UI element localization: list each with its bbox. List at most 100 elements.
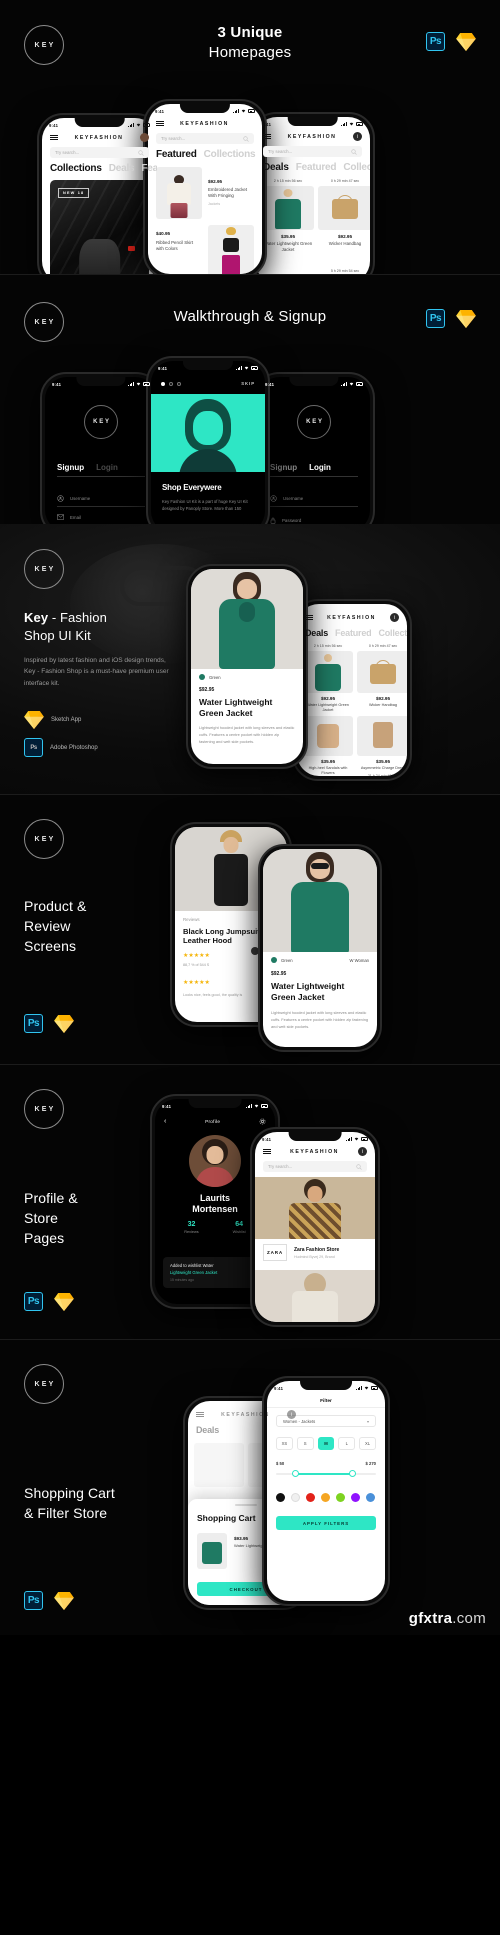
menu-icon[interactable] — [263, 1148, 271, 1155]
deal-card[interactable]: $35.95 Asymmetric Charge Dress 21 h 24 m… — [357, 716, 407, 776]
slider-handle-min[interactable] — [292, 1470, 299, 1477]
tab-bar[interactable]: Collections Deals Featured — [50, 163, 157, 174]
phone-product-detail[interactable]: Green $92.95 Water Lightweight Green Jac… — [186, 564, 308, 769]
info-icon[interactable]: i — [352, 132, 362, 141]
color-swatch-purple[interactable] — [351, 1493, 360, 1502]
auth-tabs[interactable]: Signup Login — [270, 463, 331, 472]
product-image — [208, 225, 254, 274]
size-option-s[interactable]: S — [296, 1437, 314, 1450]
phone-jacket-detail[interactable]: Green W Woman $92.95 Water Lightweight G… — [258, 844, 382, 1052]
deal-card[interactable]: 2 h 15 min 56 sec $92.95 Water Lightweig… — [303, 644, 353, 713]
tab-signup[interactable]: Signup — [270, 463, 297, 472]
phone-deals[interactable]: 9:41 KEYFASHION i Try search... Deals Fe… — [250, 112, 375, 274]
size-option-l[interactable]: L — [338, 1437, 356, 1450]
tab-bar[interactable]: Deals Featured Collect — [263, 162, 370, 173]
tab-collections[interactable]: Collect — [343, 162, 370, 173]
stat-reviews[interactable]: 32 Reviews — [184, 1221, 198, 1234]
color-filter[interactable] — [276, 1493, 376, 1502]
gear-icon[interactable] — [259, 1118, 266, 1125]
tab-login[interactable]: Login — [96, 463, 118, 472]
color-swatch-green[interactable] — [271, 957, 277, 963]
tab-login[interactable]: Login — [309, 463, 331, 472]
username-field[interactable]: Username — [57, 495, 145, 507]
store-row[interactable]: ZARA Zara Fashion Store Hudmind Byvej 29… — [263, 1244, 367, 1261]
size-selector[interactable]: XS S M L XL — [276, 1437, 376, 1450]
gender-label[interactable]: W Woman — [350, 958, 369, 963]
search-input[interactable]: Try search... — [263, 1161, 367, 1172]
phone-walkthrough[interactable]: 9:41 SKIP Shop Everywere Key Fashion UI … — [146, 356, 270, 524]
color-swatch-red[interactable] — [306, 1493, 315, 1502]
size-option-xs[interactable]: XS — [276, 1437, 293, 1450]
search-input[interactable]: Try search... — [50, 147, 149, 158]
color-swatch-green[interactable] — [199, 674, 205, 680]
size-option-m[interactable]: M — [317, 1437, 335, 1450]
menu-icon[interactable] — [50, 134, 58, 141]
page-dot[interactable] — [169, 382, 173, 386]
color-selector[interactable]: Green — [199, 674, 221, 680]
tab-collections[interactable]: Collections — [204, 149, 256, 160]
tab-deals[interactable]: Deals — [305, 628, 328, 638]
color-swatch-black[interactable] — [276, 1493, 285, 1502]
phone-deals-list[interactable]: KEYFASHION i Deals Featured Collect 2 h … — [292, 599, 412, 781]
menu-icon[interactable] — [156, 120, 164, 127]
skip-button[interactable]: SKIP — [241, 381, 255, 386]
menu-icon[interactable] — [263, 133, 271, 140]
color-swatch-white[interactable] — [291, 1493, 300, 1502]
tab-bar[interactable]: Deals Featured Collect — [305, 628, 407, 638]
tab-featured[interactable]: Featured — [296, 162, 337, 173]
apply-filters-button[interactable]: APPLY FILTERS — [276, 1516, 376, 1530]
tab-bar[interactable]: Featured Collections D — [156, 149, 262, 160]
slider-handle-max[interactable] — [349, 1470, 356, 1477]
info-icon[interactable]: i — [389, 613, 399, 622]
page-dot-active[interactable] — [161, 382, 165, 386]
search-input[interactable]: Try search... — [263, 146, 362, 157]
color-swatch-orange[interactable] — [321, 1493, 330, 1502]
username-field[interactable]: Username — [270, 495, 358, 507]
hero-card[interactable]: NEW 18 — [50, 180, 149, 274]
search-input[interactable]: Try search... — [156, 133, 254, 144]
menu-icon[interactable] — [196, 1411, 204, 1418]
product-row-2[interactable]: $40.95 Ribbed Pencil Skirt with Colors — [156, 225, 254, 274]
color-swatch-green[interactable] — [336, 1493, 345, 1502]
phone-signup-left[interactable]: 9:41 KEY Signup Login Username Email — [40, 372, 162, 524]
tab-collections[interactable]: Collect — [378, 628, 407, 638]
tab-featured[interactable]: Featured — [335, 628, 372, 638]
tab-featured[interactable]: Featured — [141, 163, 157, 174]
product-price: $40.95 — [156, 231, 171, 236]
product-row-1[interactable]: $92.95 Embroidered Jacket With Fringing … — [156, 167, 254, 219]
auth-tabs[interactable]: Signup Login — [57, 463, 118, 472]
price-slider-track[interactable] — [276, 1470, 376, 1477]
tab-deals[interactable]: Deals — [196, 1425, 219, 1435]
activity-link[interactable]: Lightweight Green Jacket — [170, 1270, 260, 1275]
page-dot[interactable] — [177, 382, 181, 386]
deal-card[interactable]: $35.95 High-heel Sandals with Flowers — [303, 716, 353, 776]
color-swatch-blue[interactable] — [366, 1493, 375, 1502]
tab-collections[interactable]: Collections — [50, 163, 102, 174]
stat-wishlist[interactable]: 64 Wishlist — [233, 1221, 246, 1234]
info-icon[interactable]: i — [357, 1147, 367, 1156]
avatar[interactable] — [139, 133, 149, 142]
tab-deals[interactable]: Deals — [263, 162, 289, 173]
size-option-xl[interactable]: XL — [359, 1437, 376, 1450]
phone-signup-right[interactable]: 9:41 KEY Signup Login Username Password — [253, 372, 375, 524]
email-field[interactable]: Email — [57, 514, 145, 524]
tab-reviews[interactable]: Reviews — [183, 917, 200, 922]
phone-featured[interactable]: 9:41 KEYFASHION Try search... Featured C… — [143, 99, 267, 274]
info-icon[interactable]: i — [286, 1410, 296, 1419]
tab-deals[interactable]: Deals — [109, 163, 135, 174]
page-dots[interactable] — [161, 382, 181, 386]
option-row[interactable]: Green W Woman — [271, 957, 369, 963]
tab-signup[interactable]: Signup — [57, 463, 84, 472]
tab-featured[interactable]: Featured — [156, 149, 197, 160]
phone-store[interactable]: 9:41 KEYFASHION i Try search... ZARA Zar… — [250, 1127, 380, 1327]
tab-bar[interactable]: Deals — [196, 1425, 304, 1435]
sheet-handle[interactable] — [235, 1504, 257, 1506]
deal-card-2[interactable]: 0 h 29 min 47 sec $92.95 Wicker Handbag — [318, 179, 370, 247]
color-selector[interactable]: Green — [271, 957, 293, 963]
menu-icon[interactable] — [305, 614, 313, 621]
deal-card[interactable]: 0 h 29 min 47 sec $92.95 Wicker Handbag — [357, 644, 407, 708]
deal-card-1[interactable]: 2 h 15 min 56 sec $35.95 Water Lightweig… — [262, 179, 314, 253]
password-field[interactable]: Password — [270, 517, 358, 524]
avatar[interactable] — [189, 1135, 241, 1187]
back-icon[interactable]: ‹ — [164, 1118, 166, 1125]
